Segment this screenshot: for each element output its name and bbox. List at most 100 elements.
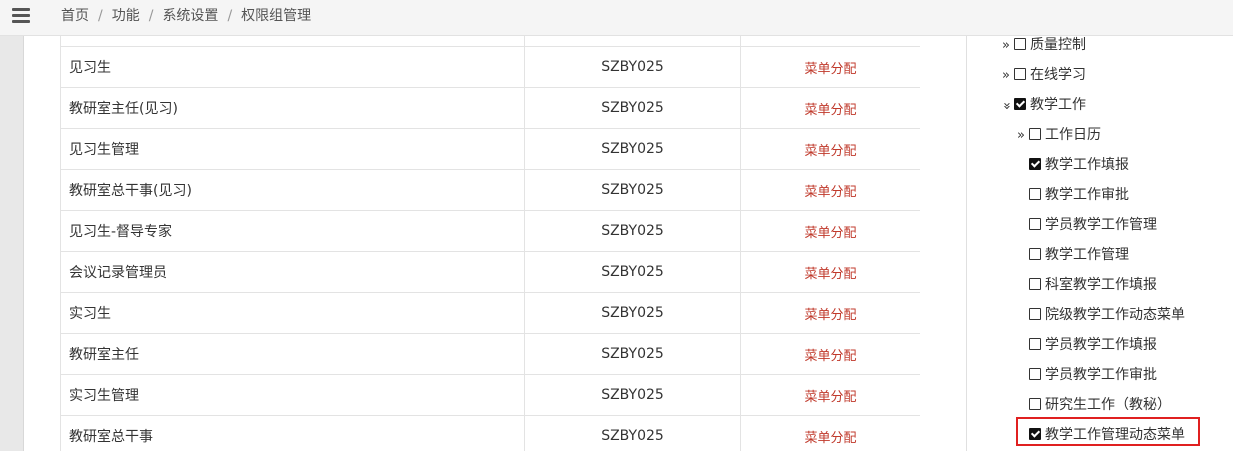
tree-node-label[interactable]: 教学工作审批: [1045, 187, 1129, 203]
menu-assign-link[interactable]: 菜单分配: [804, 226, 856, 241]
breadcrumb-separator: /: [148, 8, 154, 24]
action-cell: 菜单分配: [740, 415, 921, 451]
menu-assign-link[interactable]: 菜单分配: [804, 103, 856, 118]
action-cell: 菜单分配: [740, 210, 921, 252]
menu-assign-link[interactable]: 菜单分配: [804, 431, 856, 446]
tree-node: 学员教学工作管理: [1027, 215, 1157, 235]
action-cell: 菜单分配: [740, 251, 921, 293]
action-cell: 菜单分配: [740, 374, 921, 416]
checkbox[interactable]: [1014, 38, 1026, 50]
expand-arrow-icon[interactable]: »: [996, 100, 1016, 112]
tree-node-label[interactable]: 学员教学工作填报: [1045, 337, 1157, 353]
tree-node-label[interactable]: 工作日历: [1045, 127, 1101, 143]
checkbox[interactable]: [1029, 308, 1041, 320]
checkbox[interactable]: [1029, 278, 1041, 290]
top-bar: 首页 / 功能 / 系统设置 / 权限组管理: [0, 0, 1233, 36]
breadcrumb-separator: /: [98, 8, 103, 24]
checkbox[interactable]: [1014, 68, 1026, 80]
group-code-cell: SZBY025: [524, 415, 741, 451]
table-row: 实习生 SZBY025 菜单分配: [60, 292, 921, 334]
breadcrumb-functions[interactable]: 功能: [112, 8, 140, 24]
tree-node: 研究生工作（教秘）: [1027, 395, 1171, 415]
breadcrumb-system-settings[interactable]: 系统设置: [162, 8, 218, 24]
menu-assign-link[interactable]: 菜单分配: [804, 185, 856, 200]
group-name-cell: 教研室总干事(见习): [60, 169, 525, 211]
tree-node-label[interactable]: 教学工作: [1030, 97, 1086, 113]
tree-node: 学员教学工作审批: [1027, 365, 1157, 385]
checkbox[interactable]: [1029, 218, 1041, 230]
group-code-cell: SZBY025: [524, 251, 741, 293]
group-name-cell: 实习生: [60, 292, 525, 334]
left-sidebar-collapsed: [0, 36, 23, 451]
menu-assign-link[interactable]: 菜单分配: [804, 62, 856, 77]
action-cell: 菜单分配: [740, 46, 921, 88]
menu-tree-panel: » 质量控制» 在线学习» 教学工作» 工作日历 教学工作填报 教学工作审批 学员教学工作管理…: [967, 36, 1233, 451]
tree-node: » 在线学习: [1000, 65, 1086, 85]
table-row-partial: [60, 36, 921, 47]
table-row: 教研室总干事 SZBY025 菜单分配: [60, 415, 921, 451]
checkbox[interactable]: [1029, 368, 1041, 380]
checkbox-checked[interactable]: [1014, 98, 1026, 110]
group-code-cell: SZBY025: [524, 128, 741, 170]
tree-node-label[interactable]: 院级教学工作动态菜单: [1045, 307, 1185, 323]
action-cell: 菜单分配: [740, 169, 921, 211]
table-row: 见习生管理 SZBY025 菜单分配: [60, 128, 921, 170]
action-cell: 菜单分配: [740, 128, 921, 170]
breadcrumb-current: 权限组管理: [241, 8, 312, 24]
table-row: 见习生 SZBY025 菜单分配: [60, 46, 921, 88]
tree-node: 教学工作审批: [1027, 185, 1129, 205]
group-code-cell: SZBY025: [524, 46, 741, 88]
group-name-cell: 见习生: [60, 46, 525, 88]
group-code-cell: SZBY025: [524, 333, 741, 375]
breadcrumb: 首页 / 功能 / 系统设置 / 权限组管理: [61, 6, 311, 26]
tree-node-label[interactable]: 在线学习: [1030, 67, 1086, 83]
action-cell: 菜单分配: [740, 87, 921, 129]
checkbox[interactable]: [1029, 128, 1041, 140]
tree-node-label[interactable]: 学员教学工作审批: [1045, 367, 1157, 383]
group-name-cell: 教研室主任(见习): [60, 87, 525, 129]
tree-node: » 教学工作: [999, 95, 1086, 115]
group-code-cell: SZBY025: [524, 87, 741, 129]
collapse-arrow-icon[interactable]: »: [1000, 66, 1012, 86]
table-row: 教研室总干事(见习) SZBY025 菜单分配: [60, 169, 921, 211]
checkbox[interactable]: [1029, 398, 1041, 410]
tree-node: » 工作日历: [1015, 125, 1101, 145]
highlight-box: [1016, 417, 1200, 446]
menu-toggle-icon[interactable]: [12, 8, 30, 24]
checkbox-checked[interactable]: [1029, 158, 1041, 170]
menu-assign-link[interactable]: 菜单分配: [804, 267, 856, 282]
table-row: 会议记录管理员 SZBY025 菜单分配: [60, 251, 921, 293]
tree-node-label[interactable]: 教学工作管理: [1045, 247, 1129, 263]
checkbox[interactable]: [1029, 338, 1041, 350]
group-name-cell: 教研室总干事: [60, 415, 525, 451]
collapse-arrow-icon[interactable]: »: [1015, 126, 1027, 146]
tree-node: 教学工作填报: [1027, 155, 1129, 175]
tree-node-label[interactable]: 教学工作填报: [1045, 157, 1129, 173]
permission-group-table-panel: 见习生 SZBY025 菜单分配 教研室主任(见习) SZBY025 菜单分配 见习生管理 S…: [24, 36, 966, 451]
action-cell: 菜单分配: [740, 333, 921, 375]
group-code-cell: SZBY025: [524, 169, 741, 211]
tree-node-label[interactable]: 研究生工作（教秘）: [1045, 397, 1171, 413]
table-row: 教研室主任(见习) SZBY025 菜单分配: [60, 87, 921, 129]
tree-node: 教学工作管理: [1027, 245, 1129, 265]
tree-node-label[interactable]: 学员教学工作管理: [1045, 217, 1157, 233]
menu-assign-link[interactable]: 菜单分配: [804, 308, 856, 323]
permission-group-table: 见习生 SZBY025 菜单分配 教研室主任(见习) SZBY025 菜单分配 见习生管理 S…: [60, 36, 921, 451]
breadcrumb-home[interactable]: 首页: [61, 8, 89, 24]
group-name-cell: 会议记录管理员: [60, 251, 525, 293]
collapse-arrow-icon[interactable]: »: [1000, 36, 1012, 56]
checkbox[interactable]: [1029, 248, 1041, 260]
tree-node-label[interactable]: 科室教学工作填报: [1045, 277, 1157, 293]
tree-node: 学员教学工作填报: [1027, 335, 1157, 355]
breadcrumb-separator: /: [227, 8, 233, 24]
table-row: 实习生管理 SZBY025 菜单分配: [60, 374, 921, 416]
tree-node: 院级教学工作动态菜单: [1027, 305, 1185, 325]
group-name-cell: 见习生-督导专家: [60, 210, 525, 252]
checkbox[interactable]: [1029, 188, 1041, 200]
menu-assign-link[interactable]: 菜单分配: [804, 390, 856, 405]
menu-assign-link[interactable]: 菜单分配: [804, 144, 856, 159]
group-code-cell: SZBY025: [524, 292, 741, 334]
menu-assign-link[interactable]: 菜单分配: [804, 349, 856, 364]
group-name-cell: 见习生管理: [60, 128, 525, 170]
tree-node-label[interactable]: 质量控制: [1030, 37, 1086, 53]
